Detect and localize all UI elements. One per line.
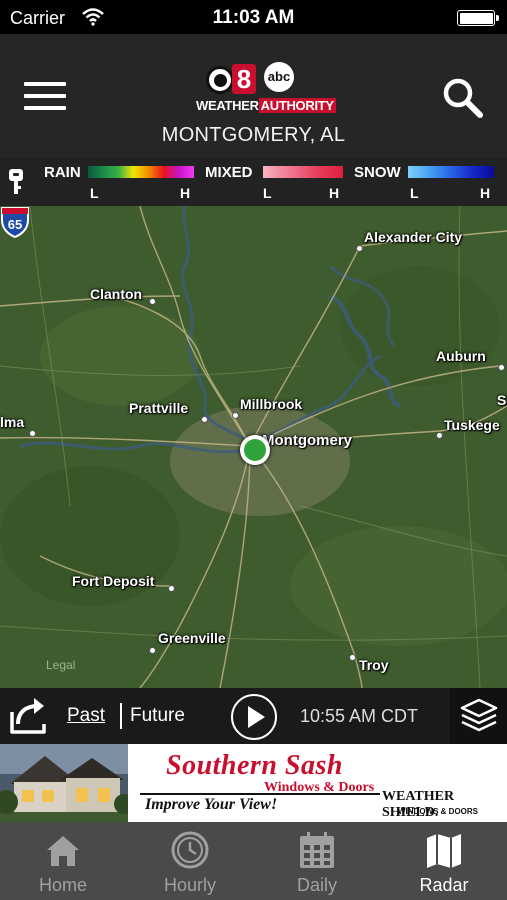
radar-map[interactable]: 65 Alexander City Clanton Auburn Prattvi… (0, 206, 507, 688)
calendar-icon (300, 832, 334, 868)
tab-home[interactable]: Home (0, 822, 126, 900)
abc-logo: abc (264, 62, 294, 92)
city-dot (168, 585, 175, 592)
location-title[interactable]: MONTGOMERY, AL (0, 124, 507, 147)
interstate-shield-icon: 65 (1, 207, 29, 238)
legal-link[interactable]: Legal (46, 658, 75, 672)
city-label: Prattville (129, 400, 189, 416)
legend-rain-bar (88, 166, 194, 178)
cbs-eye-logo (206, 66, 234, 94)
ad-tagline: Improve Your View! (145, 796, 278, 813)
layers-icon[interactable] (450, 688, 507, 744)
city-dot (232, 412, 239, 419)
key-icon[interactable] (8, 168, 24, 196)
city-label: Fort Deposit (72, 573, 155, 589)
city-dot (436, 432, 443, 439)
city-label: Auburn (436, 348, 486, 364)
map-icon (427, 834, 461, 868)
city-dot (29, 430, 36, 437)
legend-rain-label: RAIN (44, 164, 81, 181)
radar-legend: RAIN L H MIXED L H SNOW L H (0, 158, 507, 206)
radar-playback-bar: Past Future 10:55 AM CDT (0, 688, 507, 744)
current-location-marker[interactable] (240, 435, 270, 465)
ad-brand-sub: WINDOWS & DOORS (398, 807, 478, 816)
station-number: 8 (232, 64, 256, 94)
city-label: Millbrook (240, 396, 303, 412)
city-label: Greenville (158, 630, 226, 646)
city-label-main: Montgomery (262, 432, 352, 449)
legend-mixed-high: H (329, 185, 340, 201)
legend-mixed-label: MIXED (205, 164, 253, 181)
weather-authority-wordmark: WEATHER AUTHORITY (196, 98, 336, 114)
legend-rain-low: L (90, 185, 99, 201)
frame-timestamp: 10:55 AM CDT (300, 706, 419, 726)
ad-title: Southern Sash (166, 750, 343, 781)
legend-snow-low: L (410, 185, 419, 201)
city-dot (356, 245, 363, 252)
city-label: Alexander City (364, 229, 463, 245)
legend-rain: RAIN L H (44, 164, 194, 204)
hamburger-menu-icon[interactable] (24, 82, 66, 112)
city-label: Troy (359, 657, 389, 673)
ad-brand: WEATHER SHIELD. (382, 789, 455, 820)
legend-snow-high: H (480, 185, 491, 201)
clock-icon (171, 831, 209, 869)
legend-rain-high: H (180, 185, 191, 201)
home-icon (47, 836, 79, 866)
status-bar: Carrier 11:03 AM (0, 0, 507, 34)
tab-daily[interactable]: Daily (254, 822, 380, 900)
tab-hourly[interactable]: Hourly (127, 822, 253, 900)
house-photo (0, 744, 128, 822)
station-logo: 8 abc WEATHER AUTHORITY (196, 58, 336, 118)
city-dot (349, 654, 356, 661)
legend-snow: SNOW L H (354, 164, 496, 204)
city-dot (498, 364, 505, 371)
ad-divider (140, 793, 380, 795)
city-label: lma (0, 414, 25, 430)
legend-snow-label: SNOW (354, 164, 401, 181)
tab-radar[interactable]: Radar (381, 822, 507, 900)
city-label: Clanton (90, 286, 143, 302)
city-dot (149, 298, 156, 305)
legend-mixed-bar (263, 166, 343, 178)
wordmark-authority: AUTHORITY (258, 98, 336, 113)
clock-time: 11:03 AM (212, 7, 295, 28)
legend-mixed: MIXED L H (205, 164, 345, 204)
city-label: Tuskege (444, 417, 500, 433)
ad-banner[interactable]: Southern Sash Windows & Doors Improve Yo… (0, 744, 507, 822)
city-label: S (497, 392, 507, 408)
playback-divider (120, 703, 122, 729)
tab-home-label: Home (38, 875, 87, 895)
tab-hourly-label: Hourly (163, 875, 216, 895)
tab-daily-label: Daily (296, 875, 337, 895)
search-icon[interactable] (441, 76, 485, 120)
past-button[interactable]: Past (67, 705, 105, 727)
play-icon[interactable] (231, 694, 277, 740)
city-dot (149, 647, 156, 654)
city-dot (201, 416, 208, 423)
future-button[interactable]: Future (130, 705, 185, 727)
app-header: 8 abc WEATHER AUTHORITY MONTGOMERY, AL (0, 34, 507, 158)
legend-snow-bar (408, 166, 494, 178)
battery-icon (457, 10, 499, 26)
wordmark-weather: WEATHER (196, 98, 259, 113)
tab-bar: Home Hourly Daily Radar (0, 822, 507, 900)
interstate-number: 65 (8, 217, 22, 232)
share-icon[interactable] (0, 688, 56, 744)
tab-radar-label: Radar (419, 875, 469, 895)
legend-mixed-low: L (263, 185, 272, 201)
